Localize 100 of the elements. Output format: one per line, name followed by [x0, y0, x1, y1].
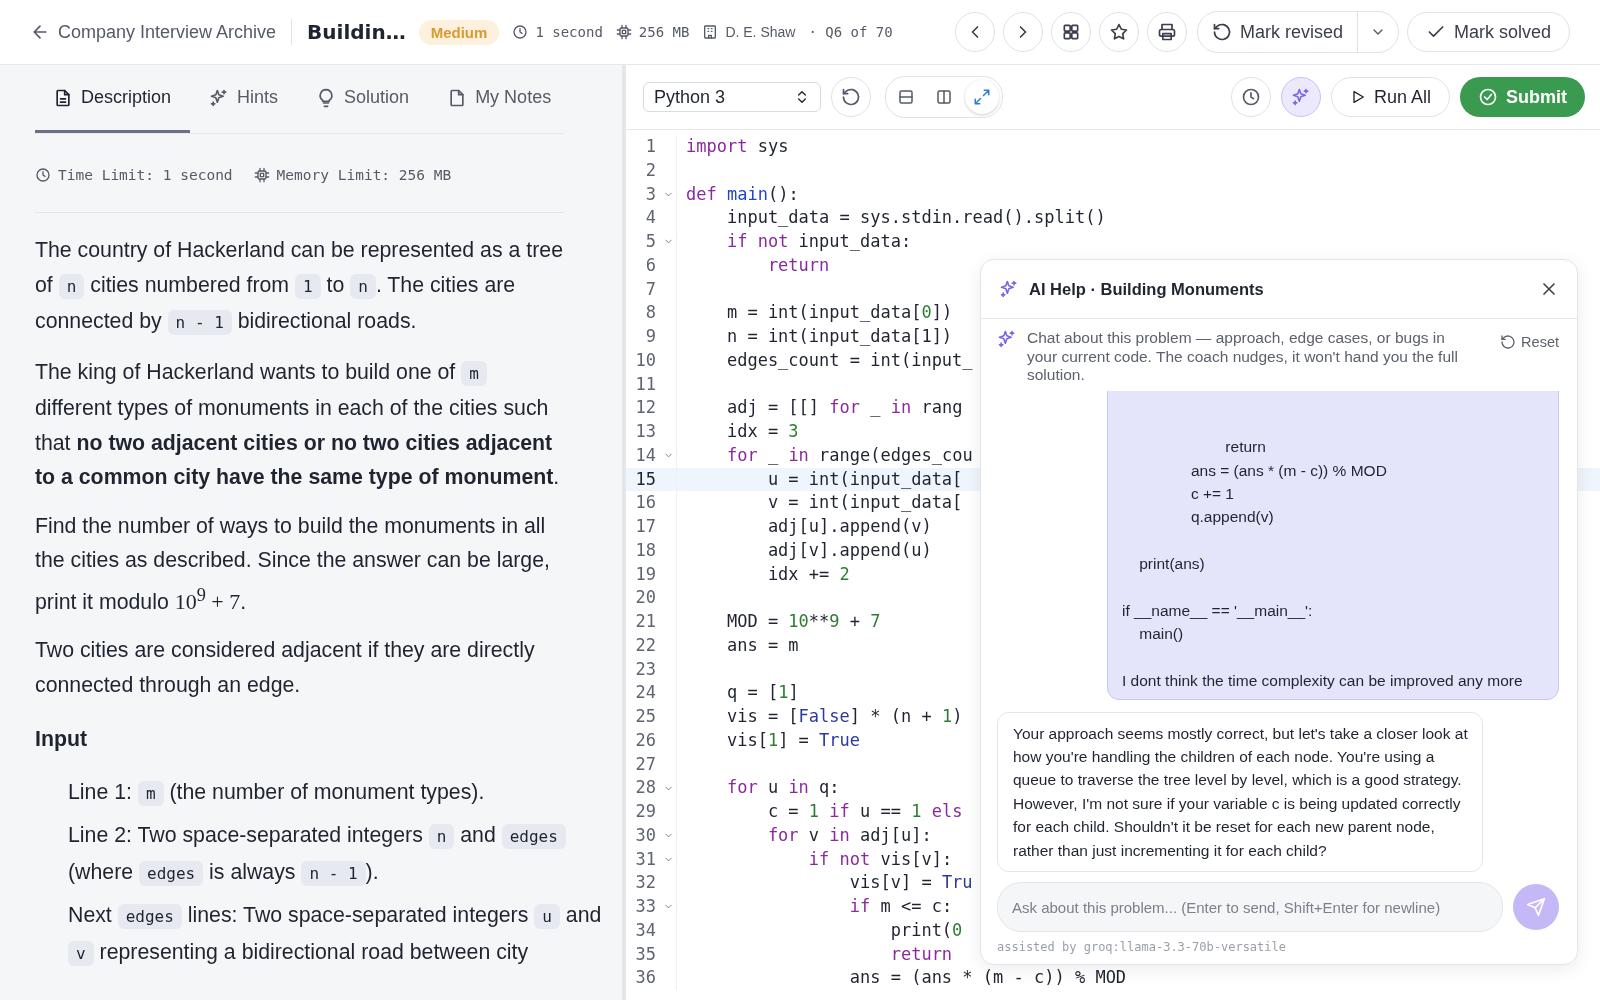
- assistant-message: Your approach seems mostly correct, but let's take a closer look at how you're handling the children of each node. You're using a queue to traverse the tree level by level, which is a good strategy. However, I'm not sure if your variable c is being updated correctly for each child. Shouldn't it be reset for each new parent node, rather than just incrementing it for each child?: [997, 711, 1483, 872]
- line-number: 3: [644, 182, 657, 206]
- code-line: vis[v] = Tru: [848, 872, 973, 893]
- line-number: 7: [644, 277, 657, 301]
- line-number: 31: [634, 847, 657, 871]
- code-line: v = int(input_data[: [766, 492, 963, 513]
- question-position: · Q6 of 70: [808, 24, 893, 40]
- code-line: MOD = 10**9 + 7: [725, 611, 881, 631]
- line-number: 33: [634, 895, 657, 918]
- line-number: 17: [634, 515, 657, 538]
- code-line: for u in q:: [725, 777, 840, 798]
- ai-help-button[interactable]: [1280, 77, 1321, 117]
- star-icon: [1108, 22, 1129, 42]
- code-line: n = int(input_data[1]): [725, 326, 953, 346]
- line-number: 29: [634, 800, 657, 823]
- clock-icon: [35, 167, 51, 183]
- line-number: 34: [634, 918, 657, 942]
- code-line: idx = 3: [725, 421, 799, 441]
- send-icon: [1526, 897, 1546, 917]
- code-line: return: [766, 254, 830, 275]
- line-number: 22: [634, 633, 657, 657]
- line-number: 9: [644, 325, 657, 348]
- rotate-icon: [1500, 334, 1517, 350]
- code-line: idx += 2: [766, 563, 850, 584]
- line-number: 8: [644, 301, 657, 325]
- code-line: q = [1]: [725, 682, 799, 703]
- line-number: 25: [634, 705, 657, 728]
- line-number: 28: [634, 776, 657, 800]
- clock-icon: [512, 24, 529, 40]
- code-line: print(0: [889, 919, 963, 940]
- language-select[interactable]: Python 3: [643, 82, 821, 112]
- line-number: 2: [644, 158, 657, 182]
- code-line: ans = m: [725, 634, 799, 655]
- difficulty-badge: Medium: [418, 19, 500, 45]
- tab[interactable]: Description: [35, 65, 191, 133]
- section-heading: Input: [35, 726, 89, 754]
- code-line: adj[u].append(v): [766, 516, 932, 536]
- line-number: 5: [644, 230, 657, 253]
- back-link[interactable]: Company Interview Archive: [30, 21, 277, 43]
- code-line: edges_count = int(input_: [725, 349, 973, 370]
- code-line: c = 1 if u == 1 els: [766, 801, 963, 821]
- printer-icon: [1156, 22, 1177, 42]
- code-line: return: [889, 943, 953, 964]
- code-line: vis[1] = True: [725, 729, 861, 750]
- rotate-icon: [841, 87, 861, 107]
- panel-title: AI Help · Building Monuments: [1029, 279, 1264, 299]
- line-number: 16: [634, 491, 657, 515]
- user-message: return ans = (ans * (m - c)) % MOD c += 1 q.append(v) print(ans) if __name__ == '__main__': main() I dont think the time complexity can be improved any more: [1107, 390, 1559, 700]
- tab[interactable]: Hints: [190, 65, 298, 133]
- code-line: if not vis[v]:: [807, 848, 953, 869]
- rotate-icon: [1211, 22, 1232, 42]
- sparkles-icon: [997, 329, 1017, 349]
- paragraph: Find the number of ways to build the monuments in all the cities as described. Since the answer can be large, print it modulo 10$^{9}$ + 7.: [35, 512, 551, 616]
- code-line: m = int(input_data[0]): [725, 302, 953, 323]
- line-number: 21: [634, 610, 657, 633]
- line-number: 19: [634, 562, 657, 586]
- building-icon: [702, 24, 719, 40]
- send-button[interactable]: [1513, 884, 1559, 930]
- chip-icon: [253, 167, 270, 183]
- reset-button[interactable]: Reset: [1500, 334, 1559, 350]
- line-number: 12: [634, 396, 657, 420]
- memory-limit: Memory Limit: 256 MB: [276, 167, 452, 183]
- list-item: Next edges lines: Two space-separated integers u and v representing a bidirectional road between city: [68, 902, 603, 968]
- line-number: 6: [644, 253, 657, 277]
- memory-limit: 256 MB: [638, 24, 690, 40]
- code-line: adj = [[] for _ in rang: [725, 397, 963, 418]
- list-item: Line 2: Two space-separated integers n and edges (where edges is always n - 1 ).: [68, 818, 604, 892]
- tab[interactable]: My Notes: [428, 65, 571, 133]
- code-line: adj[v].append(u): [766, 539, 932, 560]
- code-line: ans = (ans * (m - c)) % MOD: [848, 967, 1127, 988]
- clock-icon: [1240, 87, 1261, 107]
- expand-button[interactable]: [965, 80, 999, 114]
- code-line: input_data = sys.stdin.read().split(): [725, 207, 1106, 228]
- model-credit: assisted by groq:llama-3.3-70b-versatile: [996, 939, 1287, 956]
- company-name: D. E. Shaw: [725, 24, 796, 40]
- line-number: 20: [634, 586, 657, 610]
- line-number: 11: [634, 372, 657, 396]
- tab[interactable]: Solution: [297, 65, 429, 133]
- message-input[interactable]: Ask about this problem... (Enter to send, Shift+Enter for newline): [997, 882, 1503, 932]
- check-circle-icon: [1478, 87, 1498, 107]
- line-number: 30: [634, 823, 657, 847]
- line-number: 36: [634, 966, 657, 990]
- split-columns-icon: [935, 88, 953, 106]
- code-line: u = int(input_data[: [766, 468, 963, 489]
- time-limit: 1 second: [535, 24, 603, 40]
- code-line: for _ in range(edges_cou: [725, 444, 973, 465]
- submit-button[interactable]: Submit: [1460, 77, 1585, 117]
- time-limit: Time Limit: 1 second: [58, 167, 233, 183]
- code-line: def main():: [686, 183, 799, 204]
- line-number: 26: [634, 728, 657, 752]
- line-number: 1: [644, 135, 657, 158]
- problem-title: Buildin…: [307, 20, 406, 44]
- expand-icon: [973, 88, 991, 106]
- line-number: 13: [634, 420, 657, 443]
- line-number: 27: [634, 752, 657, 776]
- paragraph: The country of Hackerland can be represented as a tree of n cities numbered from 1 to n . The cities are connected by n - 1 bidirectional roads.: [35, 237, 564, 337]
- code-line: if m <= c:: [848, 896, 953, 916]
- line-number: 24: [634, 681, 657, 705]
- line-number: 10: [634, 348, 657, 372]
- line-number: 32: [634, 871, 657, 895]
